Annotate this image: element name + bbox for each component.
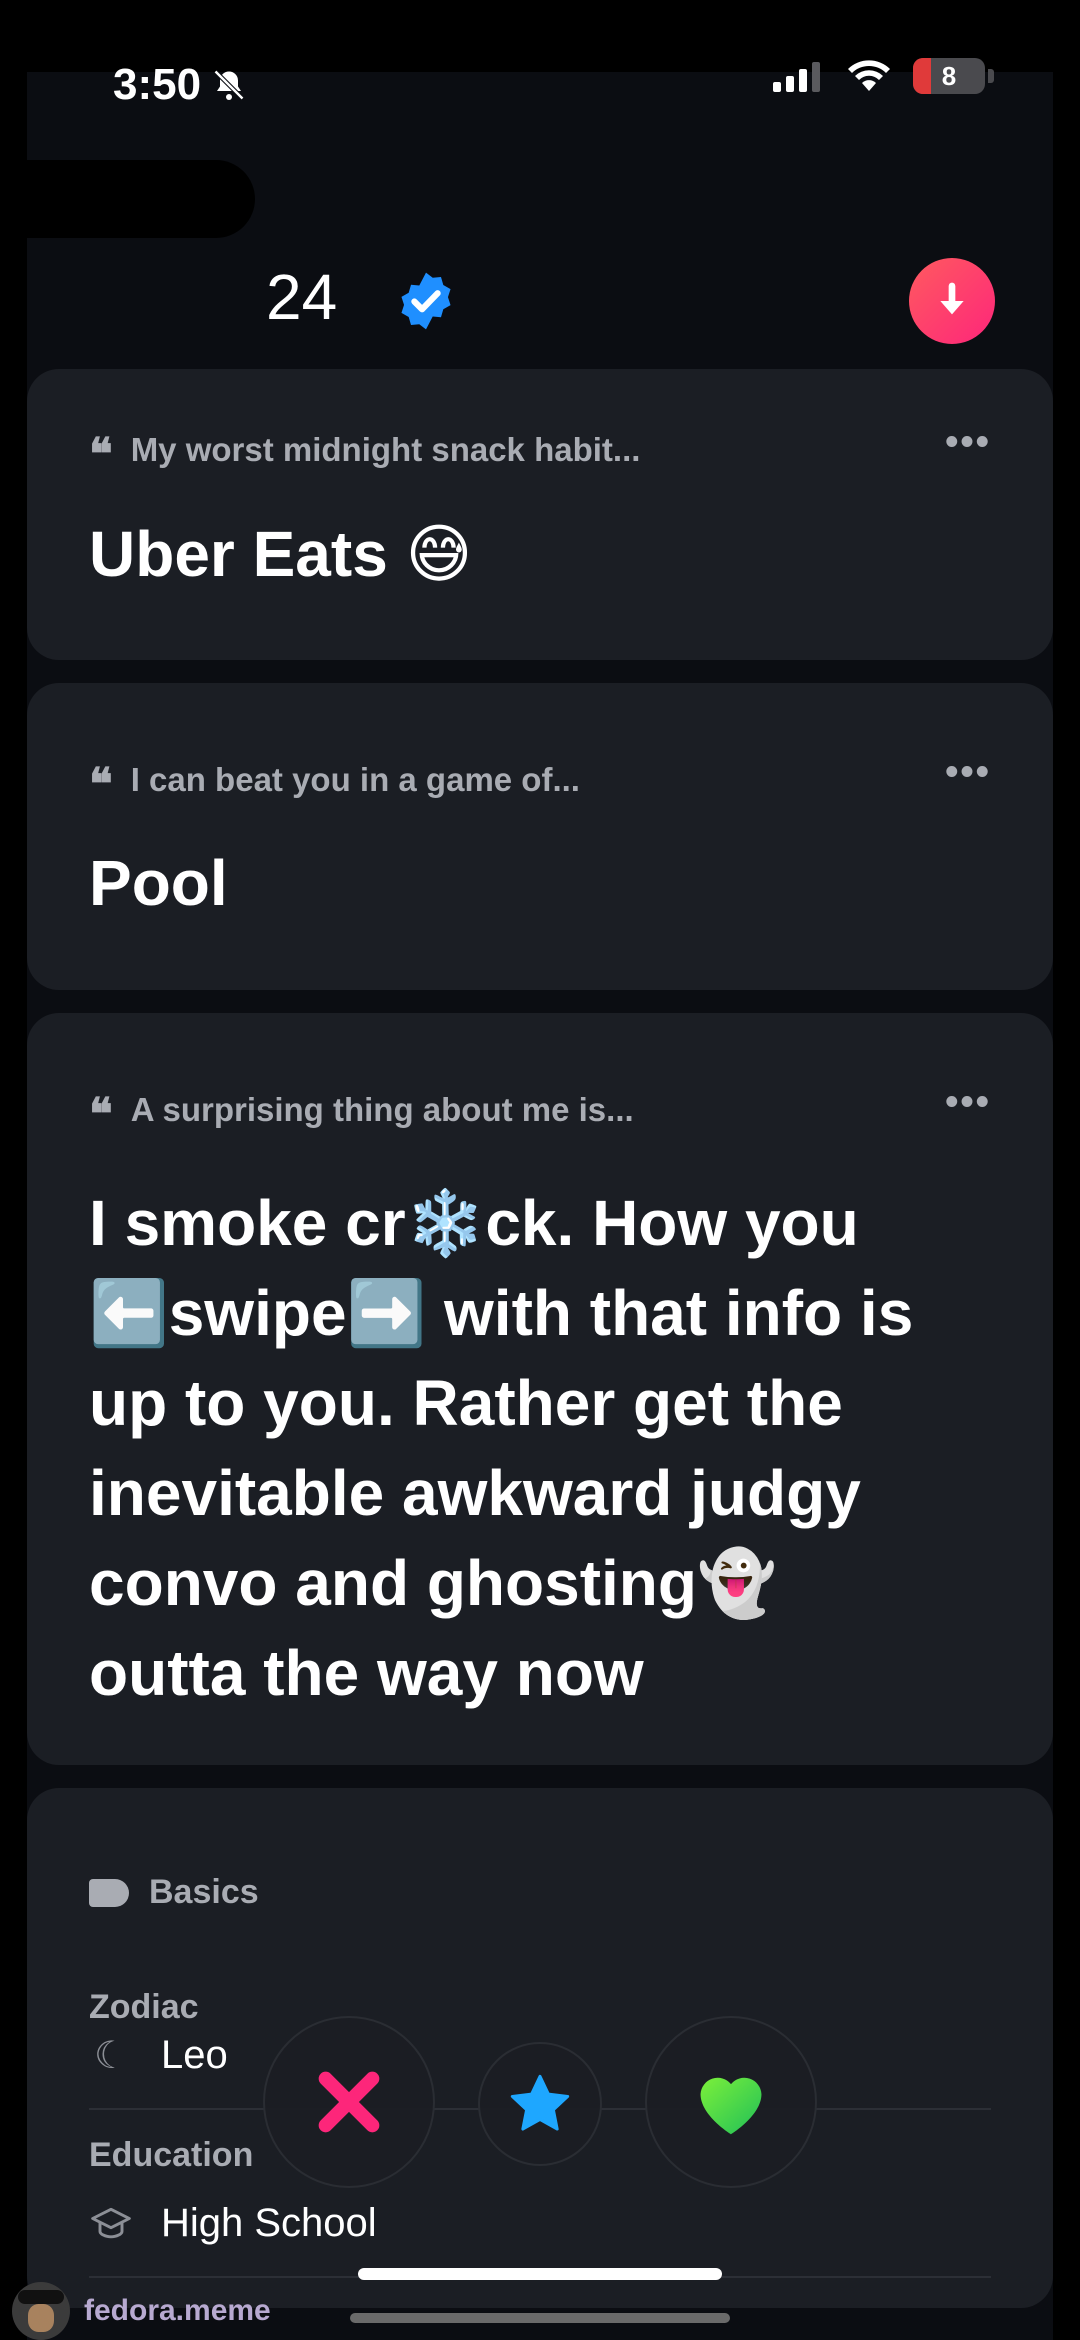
prompt-question: ❝ I can beat you in a game of... [89,759,580,810]
graduation-cap-icon [91,2207,131,2238]
prompt-card: ❝ I can beat you in a game of... ••• Poo… [27,683,1053,990]
heart-icon [700,2077,762,2135]
wifi-icon [848,60,890,91]
star-icon [510,2074,570,2131]
verified-badge-icon [401,272,451,330]
status-time: 3:50 [113,60,247,110]
quote-icon: ❝ [89,429,113,480]
education-label: Education [89,2136,254,2174]
super-like-button[interactable] [478,2042,602,2166]
redacted-name [0,160,255,238]
prompt-question: ❝ My worst midnight snack habit... [89,429,641,480]
tag-icon [89,1878,129,1907]
prompt-answer: I smoke cr❄️ck. How you ⬅️swipe➡️ with t… [89,1187,914,1709]
profile-age: 24 [266,261,338,333]
more-options-icon[interactable]: ••• [945,751,991,794]
clock: 3:50 [113,60,202,109]
prompt-card: ❝ A surprising thing about me is... ••• … [27,1013,1053,1765]
watermark: fedora.meme [12,2282,271,2340]
watermark-avatar [12,2282,70,2340]
prompt-answer: Pool [89,847,228,919]
moon-icon: ☾ [93,2035,129,2077]
quote-icon: ❝ [89,759,113,810]
education-value: High School [161,2201,377,2245]
prompt-card: ❝ My worst midnight snack habit... ••• U… [27,369,1053,660]
home-indicator-secondary [350,2313,730,2323]
signal-icon [773,62,820,92]
basics-header: Basics [89,1873,259,1912]
close-icon [318,2071,380,2133]
zodiac-value: Leo [161,2033,228,2077]
status-icons: 8 [773,58,994,94]
more-options-icon[interactable]: ••• [945,1081,991,1124]
bell-slash-icon [213,69,245,101]
like-button[interactable] [645,2016,817,2188]
home-indicator [358,2268,722,2280]
zodiac-label: Zodiac [89,1988,199,2026]
collapse-profile-button[interactable] [909,258,995,344]
education-row: High School [89,2201,991,2246]
battery-indicator: 8 [913,58,985,94]
prompt-question: ❝ A surprising thing about me is... [89,1089,634,1140]
prompt-answer: Uber Eats 😅 [89,518,473,590]
more-options-icon[interactable]: ••• [945,421,991,464]
quote-icon: ❝ [89,1089,113,1140]
nope-button[interactable] [263,2016,435,2188]
arrow-down-icon [940,282,964,315]
